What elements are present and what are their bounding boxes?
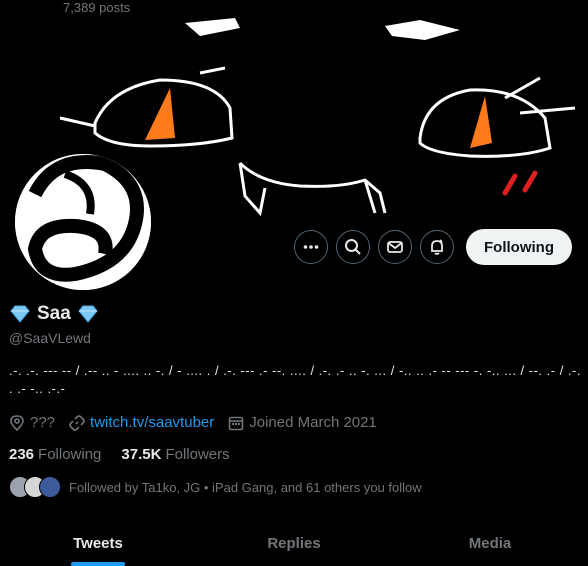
join-date-text: Joined March 2021 xyxy=(249,414,377,431)
profile-tabs: Tweets Replies Media xyxy=(0,520,588,566)
location-text: ??? xyxy=(30,414,56,431)
notifications-button[interactable] xyxy=(420,230,454,264)
followers-stat[interactable]: 37.5K Followers xyxy=(121,446,229,463)
search-icon xyxy=(345,239,361,255)
profile-bio: .-. .-. --- -- / .-- .. - .... .. -. / -… xyxy=(9,363,581,396)
location-icon xyxy=(10,414,24,431)
following-stat[interactable]: 236 Following xyxy=(9,446,101,463)
active-tab-indicator xyxy=(71,562,125,566)
tab-media[interactable]: Media xyxy=(392,520,588,566)
message-icon xyxy=(387,241,403,253)
more-button[interactable] xyxy=(294,230,328,264)
follow-stats: 236 Following 37.5K Followers xyxy=(9,446,230,463)
followed-by[interactable]: Followed by Ta1ko, JG • iPad Gang, and 6… xyxy=(9,476,422,498)
message-button[interactable] xyxy=(378,230,412,264)
follower-avatars xyxy=(9,476,61,498)
more-icon xyxy=(303,245,319,249)
display-name-row: Saa xyxy=(9,303,99,325)
diamond-icon xyxy=(10,305,30,323)
join-date: Joined March 2021 xyxy=(228,414,377,431)
tab-replies[interactable]: Replies xyxy=(196,520,392,566)
notification-bell-icon xyxy=(431,239,443,255)
avatar xyxy=(39,476,61,498)
following-button[interactable]: Following xyxy=(466,229,572,265)
profile-avatar[interactable] xyxy=(11,150,155,294)
followed-by-text: Followed by Ta1ko, JG • iPad Gang, and 6… xyxy=(69,479,422,495)
post-count: 7,389 posts xyxy=(63,0,131,15)
tab-tweets[interactable]: Tweets xyxy=(0,520,196,566)
user-handle: @SaaVLewd xyxy=(9,330,91,346)
profile-actions: Following xyxy=(294,229,572,265)
diamond-icon xyxy=(78,305,98,323)
website: twitch.tv/saavtuber xyxy=(69,414,214,431)
website-link[interactable]: twitch.tv/saavtuber xyxy=(90,414,214,431)
search-button[interactable] xyxy=(336,230,370,264)
display-name: Saa xyxy=(37,303,71,324)
link-icon xyxy=(69,414,85,431)
profile-meta: ??? twitch.tv/saavtuber Joined March 202… xyxy=(9,414,377,431)
location: ??? xyxy=(9,414,55,431)
calendar-icon xyxy=(228,416,244,430)
